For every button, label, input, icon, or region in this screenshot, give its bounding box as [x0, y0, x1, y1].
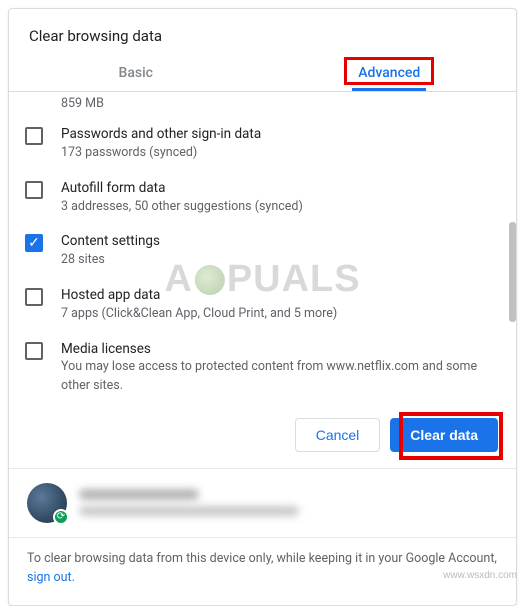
item-title: Passwords and other sign-in data: [61, 125, 500, 144]
avatar: ⟳: [27, 483, 67, 523]
tab-bar: Basic Advanced: [9, 53, 516, 92]
dialog-actions: Cancel Clear data: [9, 404, 516, 468]
list-item: Hosted app data 7 apps (Click&Clean App,…: [25, 278, 500, 332]
item-title: Content settings: [61, 232, 500, 251]
sign-out-link[interactable]: sign out: [27, 570, 72, 585]
tab-advanced-label: Advanced: [358, 65, 420, 81]
source-watermark: www.wsxdn.com: [443, 570, 517, 581]
list-item: Passwords and other sign-in data 173 pas…: [25, 117, 500, 171]
account-name-blurred: [79, 489, 199, 500]
list-item: Autofill form data 3 addresses, 50 other…: [25, 171, 500, 225]
item-title: Media licenses: [61, 340, 500, 359]
check-icon: ✓: [28, 236, 40, 250]
account-info-redacted: [79, 489, 498, 516]
checkbox-content-settings[interactable]: ✓: [25, 234, 43, 252]
item-subtext: 3 addresses, 50 other suggestions (synce…: [61, 198, 500, 217]
list-item: ✓ Content settings 28 sites: [25, 224, 500, 278]
item-subtext: 28 sites: [61, 251, 500, 270]
tab-basic[interactable]: Basic: [9, 53, 263, 91]
checkbox-passwords[interactable]: [25, 127, 43, 145]
footer-before: To clear browsing data from this device …: [27, 551, 497, 566]
cancel-button[interactable]: Cancel: [295, 418, 381, 452]
item-title: Hosted app data: [61, 286, 500, 305]
scrollbar-thumb[interactable]: [509, 222, 516, 322]
account-section: ⟳: [9, 469, 516, 537]
dialog-title: Clear browsing data: [9, 9, 516, 53]
item-title: Autofill form data: [61, 179, 500, 198]
checkbox-media-licenses[interactable]: [25, 342, 43, 360]
item-subtext: 7 apps (Click&Clean App, Cloud Print, an…: [61, 305, 500, 324]
checkbox-hosted-app[interactable]: [25, 288, 43, 306]
list-item: Media licenses You may lose access to pr…: [25, 332, 500, 404]
sync-icon: ⟳: [53, 509, 69, 525]
truncated-item-subtext: 859 MB: [25, 96, 500, 111]
footer-text: To clear browsing data from this device …: [9, 538, 516, 606]
clear-data-button[interactable]: Clear data: [390, 418, 498, 452]
footer-after: .: [72, 570, 75, 585]
settings-list: 859 MB Passwords and other sign-in data …: [9, 92, 516, 404]
item-subtext: 173 passwords (synced): [61, 144, 500, 163]
tab-advanced[interactable]: Advanced: [263, 53, 517, 91]
item-subtext: You may lose access to protected content…: [61, 358, 500, 396]
clear-browsing-data-dialog: Clear browsing data Basic Advanced 859 M…: [8, 8, 517, 606]
account-email-blurred: [79, 506, 299, 516]
checkbox-autofill[interactable]: [25, 181, 43, 199]
